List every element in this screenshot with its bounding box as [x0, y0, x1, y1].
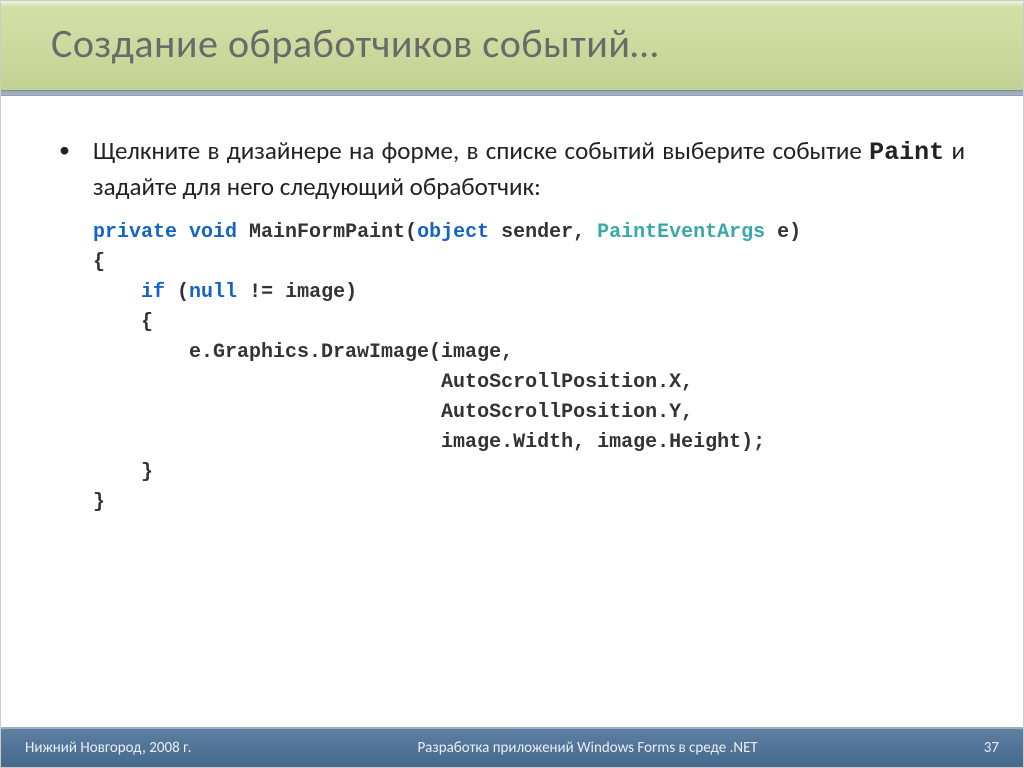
- slide: Создание обработчиков событий… • Щелкнит…: [0, 0, 1024, 768]
- footer: Нижний Новгород, 2008 г. Разработка прил…: [1, 727, 1023, 767]
- bullet-prefix: Щелкните в дизайнере на форме, в списке …: [93, 135, 869, 166]
- footer-left: Нижний Новгород, 2008 г.: [25, 739, 191, 757]
- code-if-rest: != image): [237, 281, 357, 304]
- kw-if: if: [141, 281, 165, 304]
- bullet-text: Щелкните в дизайнере на форме, в списке …: [93, 134, 965, 204]
- footer-center: Разработка приложений Windows Forms в ср…: [191, 739, 983, 757]
- code-close2: }: [93, 461, 153, 484]
- slide-body: • Щелкните в дизайнере на форме, в списк…: [1, 96, 1023, 727]
- code-open2: {: [93, 311, 153, 334]
- code-asx: AutoScrollPosition.X,: [93, 371, 693, 394]
- code-sender: sender,: [489, 221, 597, 244]
- bullet-code-word: Paint: [869, 138, 944, 167]
- code-draw: e.Graphics.DrawImage(image,: [93, 341, 513, 364]
- code-asy: AutoScrollPosition.Y,: [93, 401, 693, 424]
- code-e: e): [765, 221, 801, 244]
- kw-private: private: [93, 221, 177, 244]
- code-wh: image.Width, image.Height);: [93, 431, 765, 454]
- bullet-item: • Щелкните в дизайнере на форме, в списк…: [59, 134, 965, 204]
- bullet-dot: •: [59, 134, 93, 204]
- code-open1: {: [93, 251, 105, 274]
- kw-object: object: [417, 221, 489, 244]
- code-if-open: (: [165, 281, 189, 304]
- code-block: private void MainFormPaint(object sender…: [93, 218, 965, 518]
- code-method: MainFormPaint(: [237, 221, 417, 244]
- kw-void: void: [189, 221, 237, 244]
- code-close1: }: [93, 491, 105, 514]
- slide-title: Создание обработчиков событий…: [51, 19, 1023, 68]
- kw-null: null: [189, 281, 237, 304]
- title-bar: Создание обработчиков событий…: [1, 1, 1023, 90]
- type-painteventargs: PaintEventArgs: [597, 221, 765, 244]
- code-if-pre: [93, 281, 141, 304]
- footer-page: 37: [984, 739, 999, 757]
